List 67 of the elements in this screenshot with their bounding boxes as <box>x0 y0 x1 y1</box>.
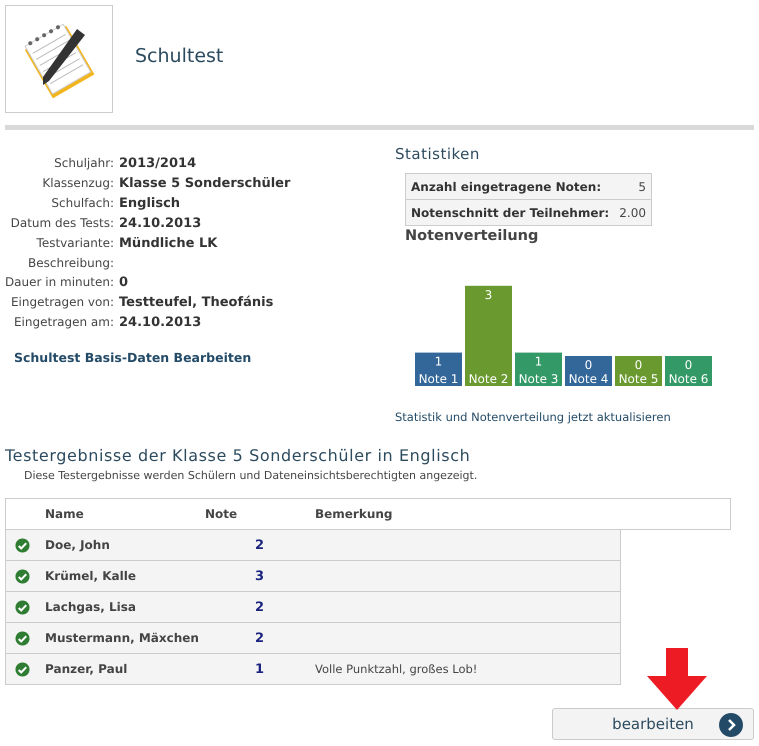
field-label: Dauer in minuten: <box>4 274 114 291</box>
field-value: Mündliche LK <box>119 235 218 252</box>
section-title: Statistiken <box>395 145 481 163</box>
field-label: Eingetragen am: <box>12 314 114 331</box>
bar-label: Note 3 <box>518 372 558 386</box>
bar-label: Note 6 <box>668 372 708 386</box>
edit-button[interactable]: bearbeiten <box>552 708 754 740</box>
stat-label: Notenschnitt der Teilnehmer: <box>411 206 610 220</box>
column-header: Name <box>45 507 85 521</box>
section-title: Testergebnisse der Klasse 5 Sonderschüler in Englisch <box>5 446 472 465</box>
name-cell-text: Doe, John <box>45 538 111 552</box>
field-value: Englisch <box>119 195 182 212</box>
field-label: Schuljahr: <box>53 155 114 172</box>
field-label: Beschreibung: <box>27 255 114 271</box>
pointer-arrow <box>647 648 707 710</box>
chart-bar <box>415 352 462 386</box>
check-icon <box>15 538 30 552</box>
field-value: 24.10.2013 <box>119 215 202 232</box>
check-icon <box>15 630 30 646</box>
bar-value: 1 <box>534 354 542 369</box>
field-value: 0 <box>119 274 130 291</box>
check-icon <box>15 568 30 584</box>
bar-value: 1 <box>434 354 442 369</box>
field-value: 2013/2014 <box>119 155 198 172</box>
field-label: Datum des Tests: <box>10 215 114 232</box>
stat-label: Anzahl eingetragene Noten: <box>411 180 602 194</box>
bar-label: Note 1 <box>418 372 458 386</box>
name-cell-text: Panzer, Paul <box>45 662 128 676</box>
chart-bar <box>665 356 712 386</box>
chart-bar <box>615 356 662 386</box>
bar-label: Note 4 <box>568 372 608 386</box>
bar-label: Note 2 <box>468 372 508 386</box>
column-header: Bemerkung <box>315 507 394 521</box>
chart-bar <box>565 356 612 386</box>
remark-cell: Volle Punktzahl, großes Lob! <box>315 662 478 676</box>
check-icon <box>15 600 30 614</box>
bar-value: 0 <box>684 358 692 372</box>
stat-value: 2.00 <box>619 206 646 220</box>
field-value: 24.10.2013 <box>119 314 202 331</box>
field-value: Testteufel, Theofánis <box>119 294 274 311</box>
bar-value: 3 <box>484 288 492 302</box>
grade-cell-text: 2 <box>254 600 266 614</box>
name-cell-text: Lachgas, Lisa <box>45 600 137 614</box>
check-icon <box>15 662 30 676</box>
name-cell-text: Krümel, Kalle <box>45 569 138 583</box>
name-cell-text: Mustermann, Mäxchen <box>45 631 200 645</box>
grade-cell-text: 2 <box>254 538 266 552</box>
field-label: Eingetragen von: <box>10 294 114 311</box>
page-title: Schultest <box>135 45 224 67</box>
grade-cell-text: 1 <box>254 662 266 676</box>
field-label: Testvariante: <box>36 235 114 252</box>
field-label: Schulfach: <box>50 195 114 212</box>
chart-bar <box>515 352 562 386</box>
edit-link[interactable]: Schultest Basis-Daten Bearbeiten <box>14 350 395 365</box>
bar-label: Note 5 <box>618 372 658 386</box>
bar-value: 0 <box>634 358 642 372</box>
chart-title: Notenverteilung <box>405 228 540 244</box>
field-value: Klasse 5 Sonderschüler <box>119 175 292 192</box>
section-subtitle: Diese Testergebnisse werden Schülern und Dateneinsichtsberechtigten angezeigt. <box>24 469 478 482</box>
refresh-link[interactable]: Statistik und Notenverteilung jetzt aktualisieren <box>395 410 715 424</box>
stat-value: 5 <box>638 180 646 194</box>
bar-value: 0 <box>584 358 592 372</box>
field-label: Klassenzug: <box>41 175 114 192</box>
chevron-icon <box>719 713 743 737</box>
column-header: Note <box>205 507 238 521</box>
grade-cell-text: 3 <box>254 568 266 584</box>
grade-cell-text: 2 <box>254 630 266 646</box>
